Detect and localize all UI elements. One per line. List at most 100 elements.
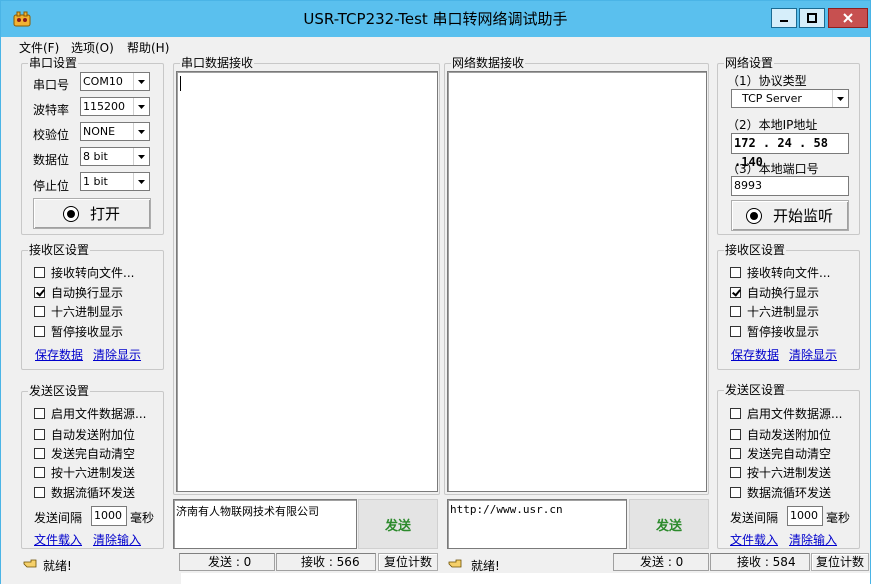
left-interval-label: 发送间隔 [34,511,83,525]
baud-select[interactable]: 115200 [80,97,150,116]
right-tx-loop-checkbox[interactable]: 数据流循环发送 [730,484,831,501]
right-load-file-link[interactable]: 文件载入 [730,531,778,548]
left-tx-loop-checkbox[interactable]: 数据流循环发送 [34,484,135,501]
right-sent-count: 发送 : 0 [613,553,709,571]
checkbox-box [730,429,741,440]
main-window: USR-TCP232-Test 串口转网络调试助手 文件(F) 选项(O) 帮助… [0,0,871,584]
menu-options[interactable]: 选项(O) [71,39,114,56]
left-rx-autowrap-checkbox[interactable]: 自动换行显示 [34,284,123,301]
right-received-count: 接收 : 584 [710,553,810,571]
menu-bar: 文件(F) 选项(O) 帮助(H) [1,37,870,55]
right-save-data-link[interactable]: 保存数据 [731,346,779,363]
right-rx-to-file-checkbox[interactable]: 接收转向文件... [730,264,830,281]
ip-input[interactable]: 172 . 24 . 58 .140 [731,133,849,169]
port-number-input[interactable]: 8993 [731,176,849,196]
left-rx-hex-checkbox[interactable]: 十六进制显示 [34,303,123,320]
stopbits-select[interactable]: 1 bit [80,172,150,191]
open-port-label: 打开 [89,205,120,223]
right-clear-input-link[interactable]: 清除输入 [789,531,837,548]
serial-send-input[interactable]: 济南有人物联网技术有限公司 [173,499,357,549]
port-value: COM10 [83,75,123,88]
left-load-file-link[interactable]: 文件载入 [34,531,82,548]
left-tx-file-source-checkbox[interactable]: 启用文件数据源... [34,405,146,422]
close-button[interactable] [828,8,868,28]
databits-select[interactable]: 8 bit [80,147,150,166]
left-interval-input[interactable]: 1000 [91,506,127,526]
left-clear-input-link[interactable]: 清除输入 [93,531,141,548]
right-interval-input[interactable]: 1000 [787,506,823,526]
stopbits-label: 停止位 [33,179,70,193]
network-send-input[interactable]: http://www.usr.cn [447,499,627,549]
checkbox-label: 自动换行显示 [747,286,820,300]
right-rx-hex-checkbox[interactable]: 十六进制显示 [730,303,819,320]
checkbox-box [34,306,45,317]
right-rx-pause-checkbox[interactable]: 暂停接收显示 [730,323,819,340]
left-clear-display-link[interactable]: 清除显示 [93,346,141,363]
checkbox-box [730,467,741,478]
checkbox-label: 十六进制显示 [747,305,820,319]
menu-file[interactable]: 文件(F) [19,39,59,56]
parity-value: NONE [83,125,116,138]
chevron-down-icon [832,90,848,107]
maximize-icon [807,13,817,23]
right-tx-append-checkbox[interactable]: 自动发送附加位 [730,426,831,443]
left-rx-pause-checkbox[interactable]: 暂停接收显示 [34,323,123,340]
protocol-select[interactable]: TCP Server [731,89,849,108]
checkbox-label: 接收转向文件... [51,266,135,280]
network-receive-area[interactable] [447,71,707,492]
ip-label: （2）本地IP地址 [727,118,818,132]
right-send-settings-title: 发送区设置 [724,383,787,397]
port-select[interactable]: COM10 [80,72,150,91]
network-send-button[interactable]: 发送 [629,499,709,549]
left-receive-settings-title: 接收区设置 [28,243,91,257]
checkbox-box [730,326,741,337]
right-tx-file-source-checkbox[interactable]: 启用文件数据源... [730,405,842,422]
right-tx-autoclear-checkbox[interactable]: 发送完自动清空 [730,445,831,462]
parity-label: 校验位 [33,128,70,142]
port-label: 串口号 [33,78,70,92]
left-save-data-link[interactable]: 保存数据 [35,346,83,363]
left-rx-to-file-checkbox[interactable]: 接收转向文件... [34,264,134,281]
stopbits-value: 1 bit [83,175,108,188]
chevron-down-icon [133,98,149,115]
chevron-down-icon [133,173,149,190]
right-status-text: 就绪! [471,559,500,573]
serial-receive-area[interactable] [176,71,438,492]
checkbox-label: 十六进制显示 [51,305,124,319]
network-settings-title: 网络设置 [724,56,775,70]
bottom-strip [1,573,870,584]
port-number-label: （3）本地端口号 [727,162,819,176]
right-reset-count-button[interactable]: 复位计数 [811,553,869,571]
checkbox-box [730,267,741,278]
left-reset-count-button[interactable]: 复位计数 [378,553,438,571]
checkbox-label: 自动换行显示 [51,286,124,300]
checkbox-box [730,487,741,498]
minimize-button[interactable] [771,8,797,28]
checkbox-label: 发送完自动清空 [747,447,832,461]
network-receive-title: 网络数据接收 [451,56,526,70]
network-send-text: http://www.usr.cn [450,503,563,516]
open-port-button[interactable]: 打开 [33,198,151,229]
menu-help[interactable]: 帮助(H) [127,39,169,56]
right-tx-hex-checkbox[interactable]: 按十六进制发送 [730,464,831,481]
left-tx-hex-checkbox[interactable]: 按十六进制发送 [34,464,135,481]
checkbox-label: 启用文件数据源... [747,407,843,421]
checkbox-box [34,287,45,298]
databits-value: 8 bit [83,150,108,163]
left-tx-autoclear-checkbox[interactable]: 发送完自动清空 [34,445,135,462]
title-bar: USR-TCP232-Test 串口转网络调试助手 [1,1,870,37]
checkbox-label: 数据流循环发送 [747,486,832,500]
minimize-icon [780,20,788,22]
checkbox-label: 按十六进制发送 [51,466,136,480]
parity-select[interactable]: NONE [80,122,150,141]
right-rx-autowrap-checkbox[interactable]: 自动换行显示 [730,284,819,301]
maximize-button[interactable] [799,8,825,28]
left-tx-append-checkbox[interactable]: 自动发送附加位 [34,426,135,443]
start-listen-button[interactable]: 开始监听 [731,200,849,231]
checkbox-box [730,287,741,298]
serial-send-button[interactable]: 发送 [358,499,438,549]
right-clear-display-link[interactable]: 清除显示 [789,346,837,363]
protocol-value: TCP Server [742,92,802,105]
baud-label: 波特率 [33,103,70,117]
left-sent-count: 发送 : 0 [179,553,275,571]
